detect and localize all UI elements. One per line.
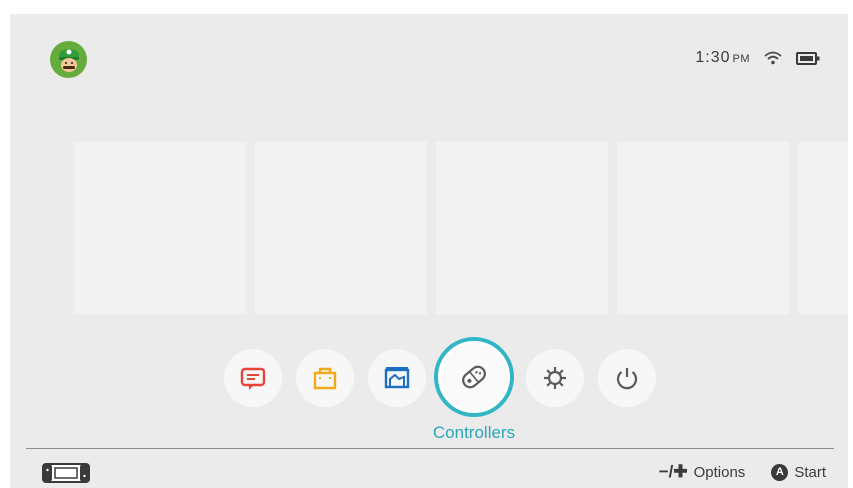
controllers-icon	[462, 365, 486, 389]
wifi-icon	[764, 51, 782, 65]
game-tile[interactable]	[798, 142, 848, 314]
game-tiles	[74, 142, 848, 314]
start-label: Start	[794, 463, 826, 481]
album-button[interactable]	[368, 349, 426, 407]
game-tile[interactable]	[74, 142, 246, 314]
eshop-button[interactable]	[296, 349, 354, 407]
footer-divider	[26, 448, 834, 449]
start-hint[interactable]: A Start	[771, 463, 826, 481]
settings-button[interactable]	[526, 349, 584, 407]
controllers-button[interactable]	[434, 337, 514, 417]
game-tile[interactable]	[436, 142, 608, 314]
user-avatar[interactable]	[50, 41, 87, 78]
clock: 1:30 PM	[695, 49, 750, 66]
album-icon	[384, 367, 410, 389]
game-tile[interactable]	[617, 142, 789, 314]
battery-icon	[796, 51, 820, 65]
power-icon	[616, 368, 638, 390]
news-icon	[240, 367, 266, 390]
status-bar: 1:30 PM	[695, 49, 820, 67]
settings-icon	[544, 367, 566, 389]
selected-dock-label: Controllers	[432, 423, 516, 442]
home-menu: 1:30 PM Controllers −/✚ Options A Start	[10, 14, 848, 488]
options-hint[interactable]: −/✚ Options	[659, 462, 746, 482]
luigi-avatar-icon	[58, 48, 79, 72]
eshop-bag-icon	[313, 367, 337, 390]
news-button[interactable]	[224, 349, 282, 407]
home-dock: Controllers	[224, 333, 656, 442]
console-handheld-icon	[42, 463, 90, 488]
game-tile[interactable]	[255, 142, 427, 314]
options-label: Options	[693, 463, 746, 481]
screen: 1:30 PM Controllers −/✚ Options A Start	[0, 0, 853, 488]
footer-hints: −/✚ Options A Start	[659, 462, 826, 482]
power-button[interactable]	[598, 349, 656, 407]
a-button-icon: A	[771, 463, 789, 481]
minus-plus-icon: −/✚	[658, 462, 688, 481]
